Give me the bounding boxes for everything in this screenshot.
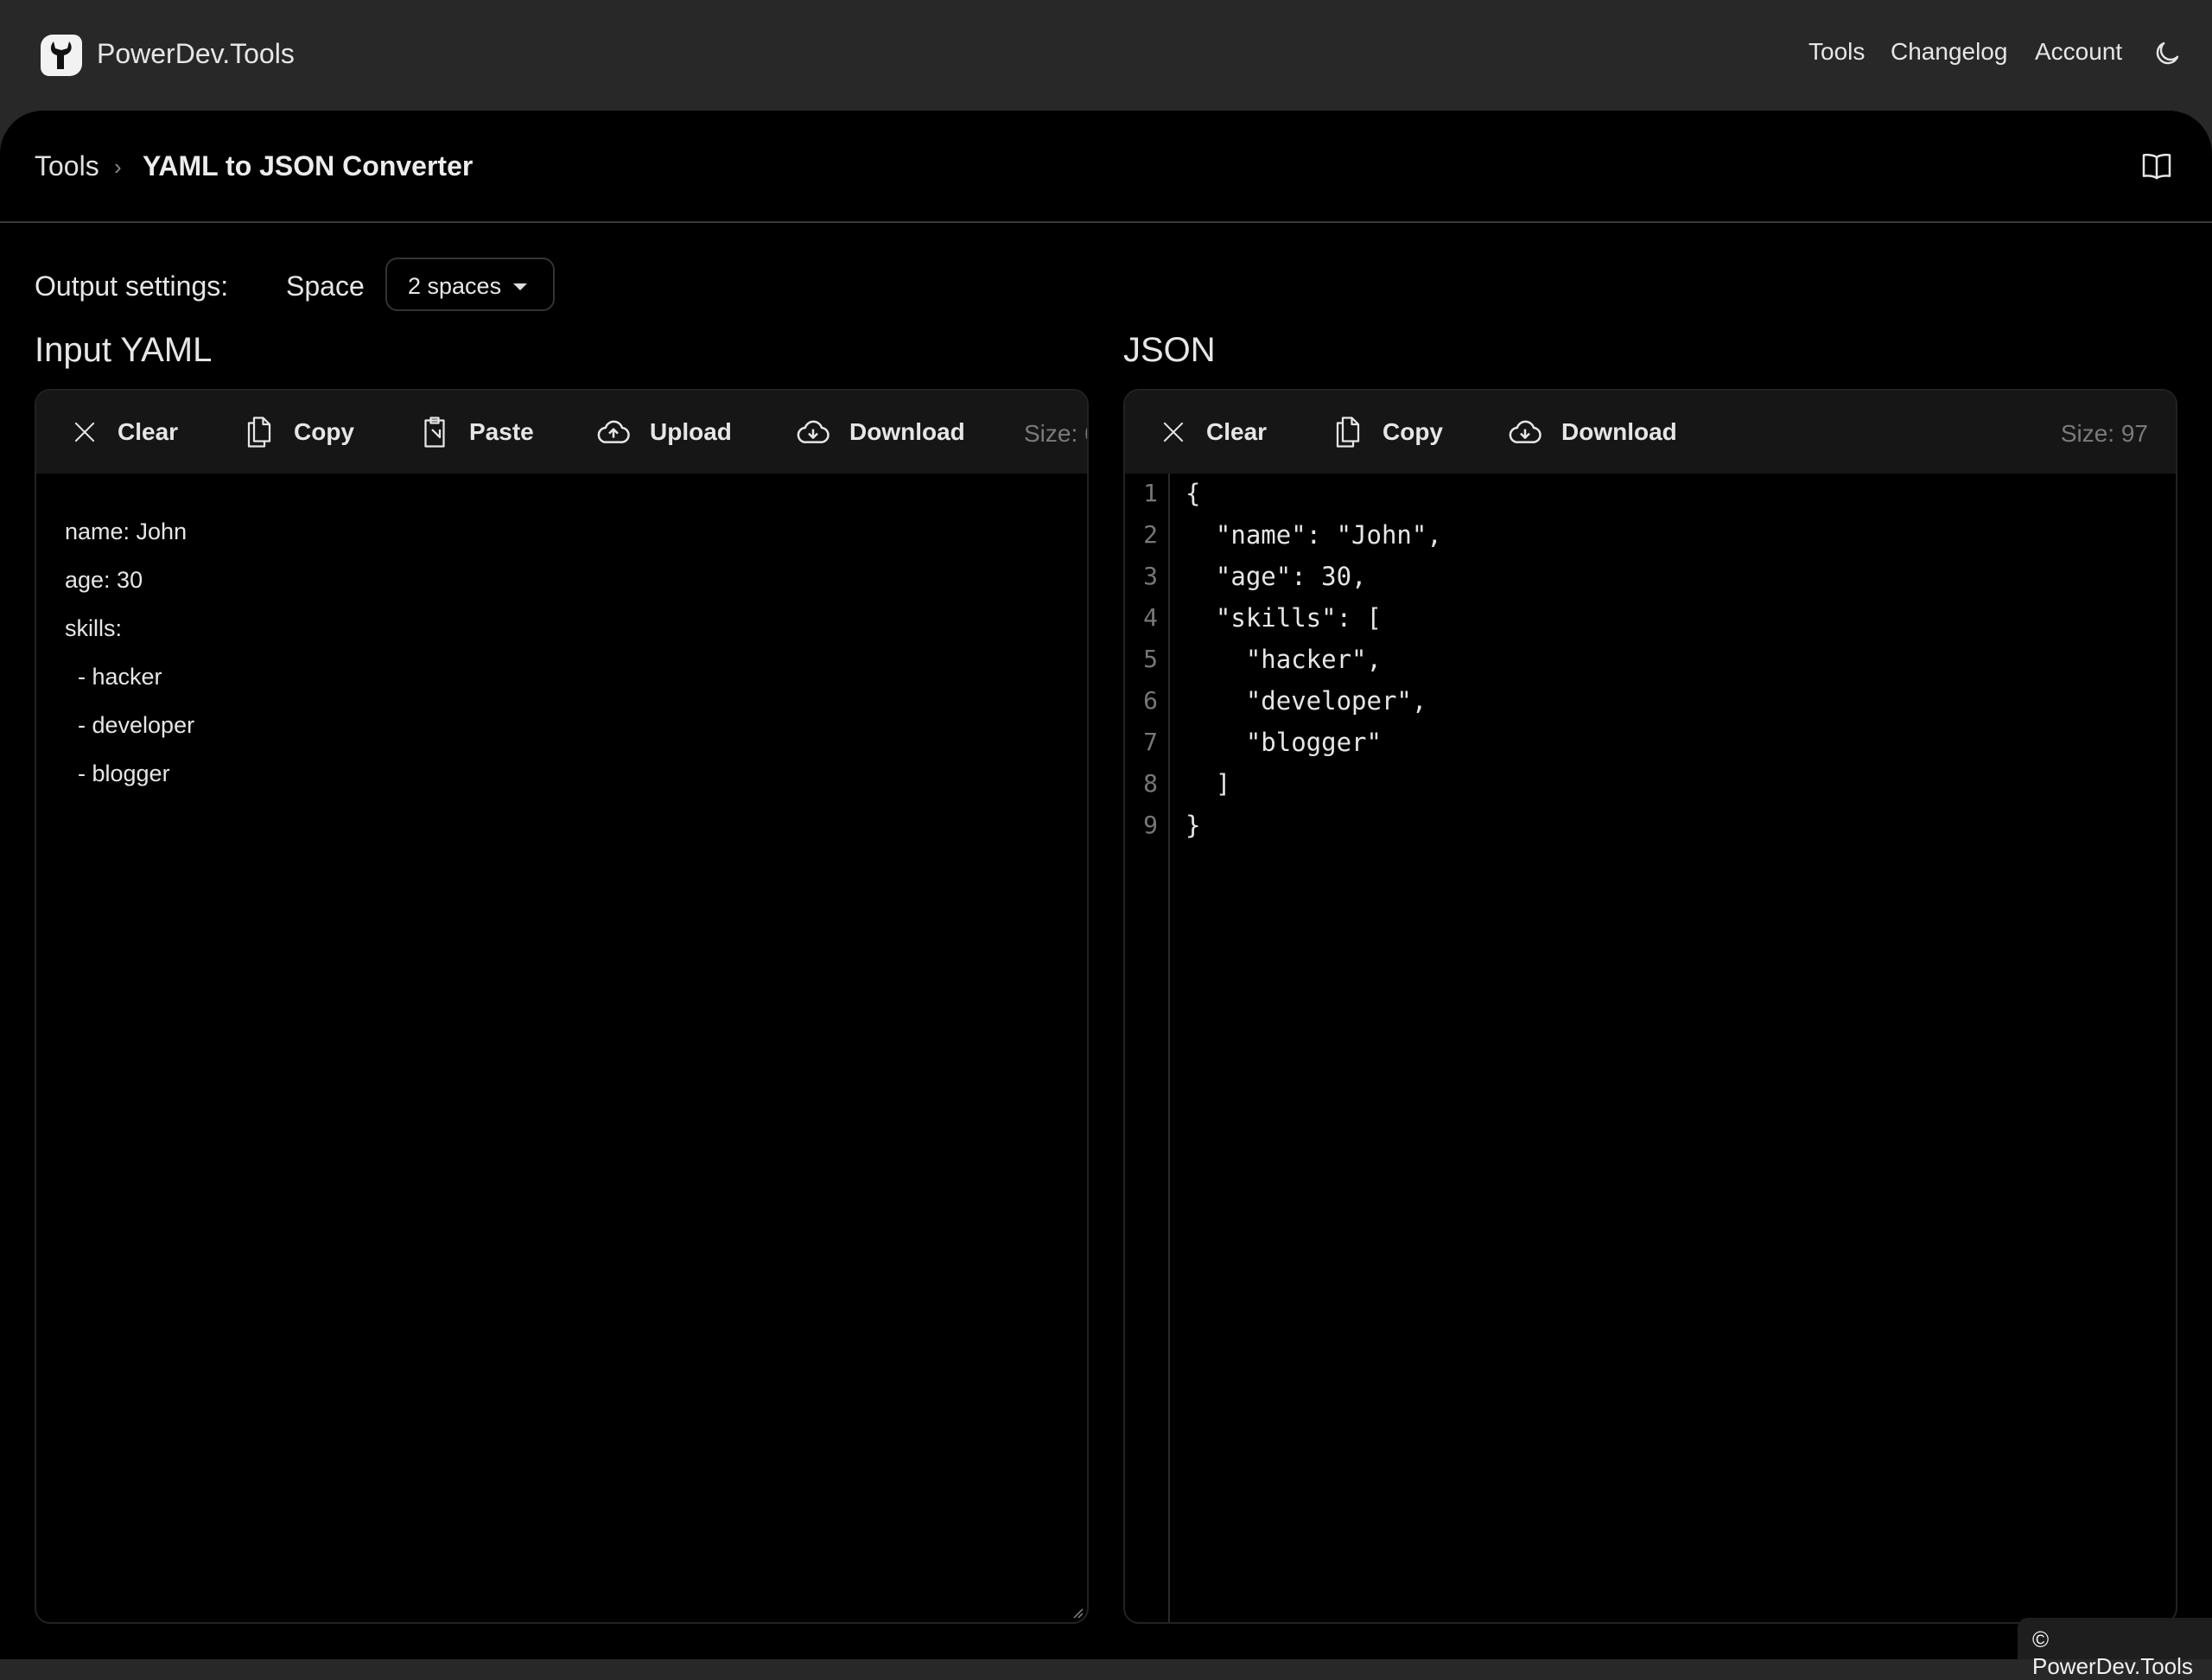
- input-paste-button[interactable]: Paste: [419, 413, 534, 451]
- line-number: 4: [1143, 603, 1158, 632]
- input-upload-label: Upload: [650, 418, 732, 445]
- nav-account[interactable]: Account: [2035, 38, 2122, 66]
- input-download-button[interactable]: Download: [796, 413, 965, 451]
- close-icon: [1163, 422, 1184, 442]
- copy-icon: [1336, 417, 1360, 448]
- space-label: Space: [286, 270, 365, 302]
- json-line: "developer",: [1185, 686, 1427, 716]
- output-panel: Clear Copy Download Size: 97 1 {2 "name":…: [1123, 389, 2177, 1624]
- json-line: "age": 30,: [1185, 562, 1367, 591]
- moon-icon[interactable]: [2152, 38, 2183, 73]
- yaml-line: skills:: [65, 615, 122, 641]
- close-icon: [74, 422, 95, 442]
- line-number: 3: [1143, 562, 1158, 590]
- line-number: 6: [1143, 686, 1158, 715]
- book-icon[interactable]: [2139, 149, 2175, 188]
- json-line: ]: [1185, 769, 1231, 799]
- copy-icon: [247, 417, 271, 448]
- output-copy-label: Copy: [1382, 418, 1443, 445]
- input-clear-button[interactable]: Clear: [71, 413, 178, 451]
- line-number: 7: [1143, 728, 1158, 756]
- breadcrumb-chevron-icon: ›: [114, 154, 122, 180]
- json-line: "blogger": [1185, 728, 1382, 757]
- yaml-line: age: 30: [65, 567, 143, 593]
- input-title: Input YAML: [35, 331, 213, 369]
- output-size: Size: 97: [2060, 420, 2148, 447]
- yaml-line: name: John: [65, 519, 188, 544]
- top-header: PowerDev.Tools Tools Changelog Account: [0, 0, 2212, 111]
- input-paste-label: Paste: [469, 418, 534, 445]
- output-clear-button[interactable]: Clear: [1160, 413, 1267, 451]
- yaml-line: - hacker: [65, 664, 162, 690]
- output-download-label: Download: [1561, 418, 1677, 445]
- line-number: 1: [1143, 479, 1158, 507]
- output-copy-button[interactable]: Copy: [1332, 413, 1443, 451]
- output-title: JSON: [1123, 331, 1216, 369]
- output-settings-label: Output settings:: [35, 270, 229, 302]
- cloud-download-icon: [1509, 420, 1541, 443]
- input-copy-button[interactable]: Copy: [244, 413, 354, 451]
- output-toolbar: Clear Copy Download Size: 97: [1125, 391, 2176, 474]
- brand-name[interactable]: PowerDev.Tools: [97, 38, 295, 70]
- logo-wrench-icon[interactable]: [41, 35, 82, 76]
- input-download-label: Download: [849, 418, 965, 445]
- json-line: "skills": [: [1185, 603, 1382, 633]
- line-number: 2: [1143, 520, 1158, 549]
- nav-tools[interactable]: Tools: [1808, 38, 1865, 66]
- input-upload-button[interactable]: Upload: [596, 413, 732, 451]
- yaml-line: - developer: [65, 712, 195, 738]
- output-clear-label: Clear: [1206, 418, 1268, 445]
- breadcrumb-tools[interactable]: Tools: [35, 150, 99, 182]
- yaml-input-textarea[interactable]: name: John age: 30 skills: - hacker - de…: [65, 507, 194, 798]
- cloud-upload-icon: [597, 420, 630, 443]
- footer-copyright: © PowerDev.Tools: [2018, 1618, 2212, 1679]
- json-line: {: [1185, 479, 1201, 508]
- line-number: 8: [1143, 769, 1158, 798]
- json-line: "hacker",: [1185, 645, 1382, 674]
- yaml-line: - blogger: [65, 760, 170, 786]
- input-clear-label: Clear: [118, 418, 179, 445]
- line-number: 5: [1143, 645, 1158, 673]
- input-toolbar: Clear Copy Paste Upload Download Size: 6: [36, 391, 1087, 474]
- json-line: "name": "John",: [1185, 520, 1442, 550]
- nav-changelog[interactable]: Changelog: [1891, 38, 2007, 66]
- json-line: }: [1185, 811, 1201, 840]
- header-divider: [0, 221, 2212, 223]
- space-select[interactable]: 2 spaces: [385, 258, 555, 311]
- line-number: 9: [1143, 811, 1158, 839]
- cloud-download-icon: [797, 420, 830, 443]
- input-panel: Clear Copy Paste Upload Download Size: 6…: [35, 389, 1089, 1624]
- caret-down-icon: [513, 283, 527, 290]
- paste-icon: [424, 417, 445, 448]
- input-copy-label: Copy: [294, 418, 354, 445]
- resize-handle-icon[interactable]: [1070, 1605, 1084, 1619]
- page-title: YAML to JSON Converter: [143, 150, 474, 181]
- input-size: Size: 6: [1024, 420, 1087, 447]
- space-select-value: 2 spaces: [408, 273, 502, 299]
- output-download-button[interactable]: Download: [1508, 413, 1677, 451]
